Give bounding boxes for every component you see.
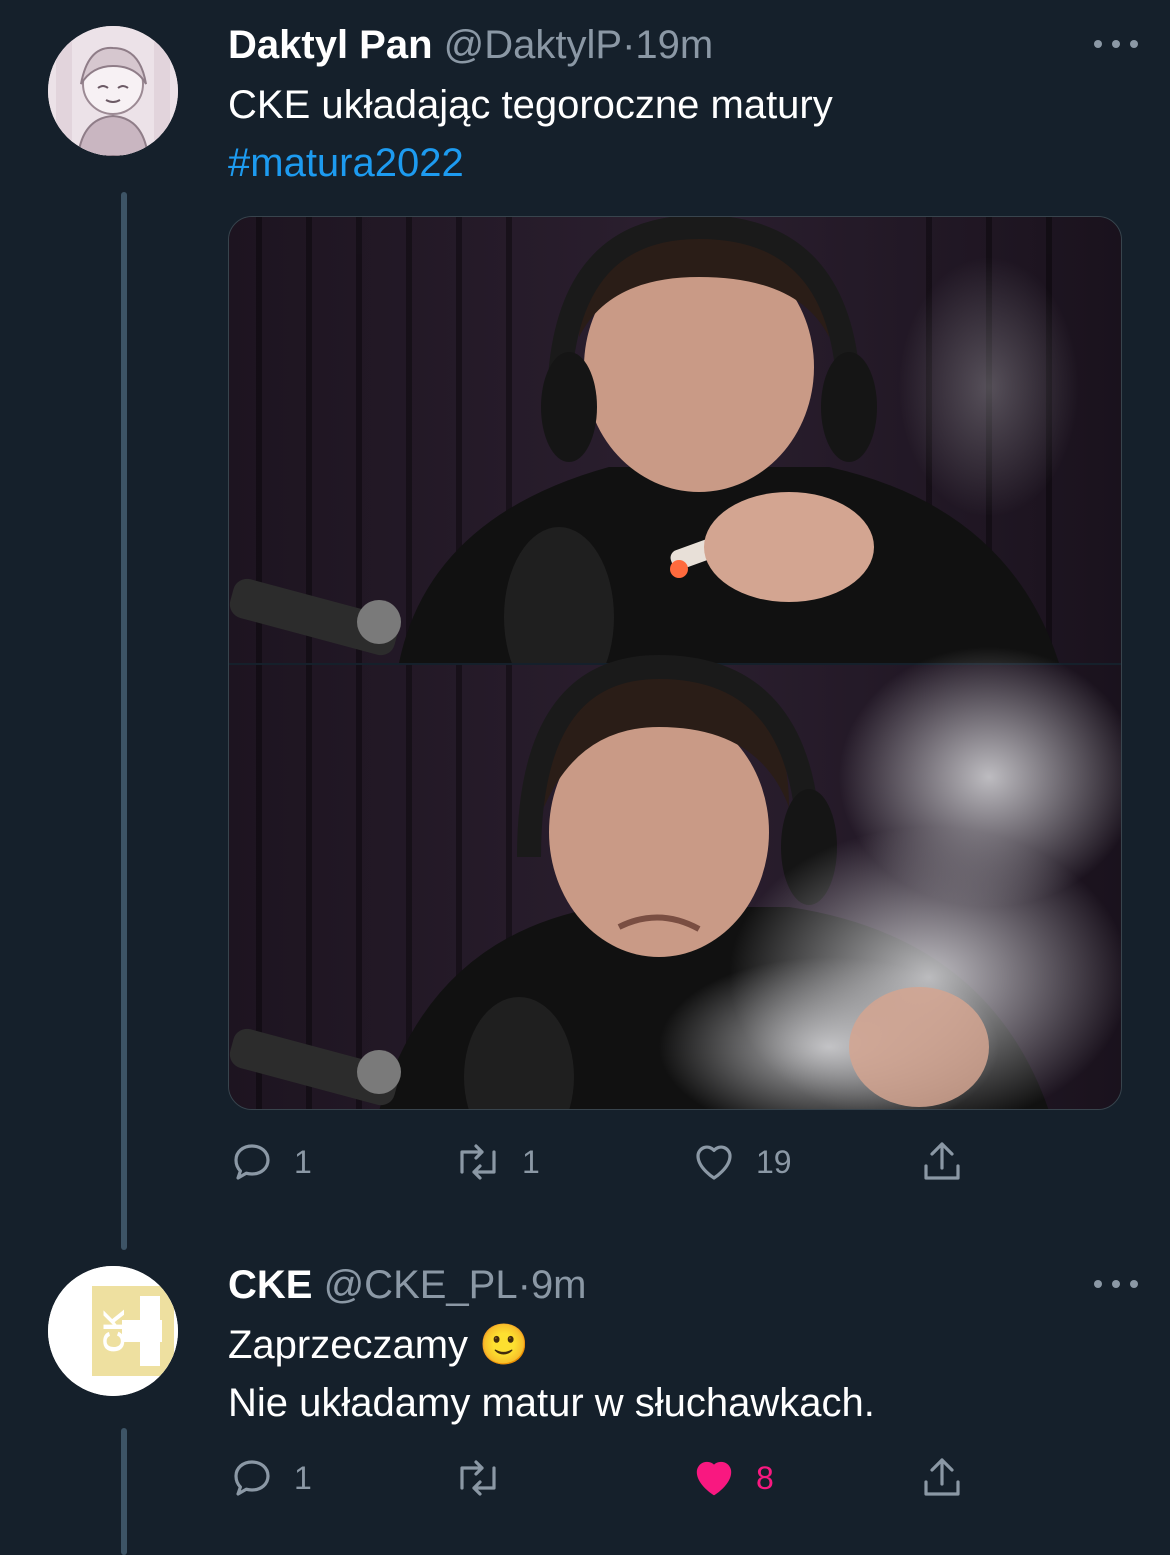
avatar-daktyl-pan[interactable] [48,26,178,156]
reply-count: 1 [294,1459,312,1496]
reply-icon [234,1460,270,1496]
like-button[interactable]: 8 [690,1448,774,1508]
like-icon [696,1145,732,1180]
tweet-text: Zaprzeczamy 🙂 Nie układamy matur w słuch… [228,1316,875,1432]
display-name[interactable]: Daktyl Pan [228,23,433,67]
like-button[interactable]: 19 [690,1132,792,1192]
more-icon [1094,40,1102,48]
display-name[interactable]: CKE [228,1263,312,1307]
more-options-button[interactable] [1094,36,1138,52]
thread-connector-line [121,192,127,1250]
tweet-text-line: Nie układamy matur w słuchawkach. [228,1381,875,1425]
retweet-icon [460,1460,496,1496]
anime-avatar-image [48,26,178,156]
thread-connector-line [121,1428,127,1555]
share-icon [924,1458,960,1496]
separator-dot: · [517,1263,531,1307]
cke-logo: CK [48,1266,178,1396]
timestamp[interactable]: 19m [635,23,713,67]
more-icon [1112,40,1120,48]
avatar-cke[interactable]: CK [48,1266,178,1396]
retweet-button[interactable] [452,1448,522,1508]
reply-count: 1 [294,1143,312,1180]
tweet-text-line: CKE układając tegoroczne matury [228,83,833,127]
tweet-actions-bar: 1 1 19 [228,1132,988,1192]
retweet-count: 1 [522,1143,540,1180]
like-count: 19 [756,1143,792,1180]
like-count: 8 [756,1459,774,1496]
tweet-header: Daktyl Pan @DaktylP·19m [228,22,713,68]
reply-button[interactable]: 1 [228,1448,312,1508]
reply-button[interactable]: 1 [228,1132,312,1192]
retweet-button[interactable]: 1 [452,1132,540,1192]
more-icon [1130,40,1138,48]
reply-icon [234,1144,270,1180]
username-handle[interactable]: @DaktylP [444,23,622,67]
share-button[interactable] [918,1448,966,1508]
share-icon [924,1142,960,1180]
cke-logo-text: CK [98,1309,131,1353]
tweet-media-image[interactable] [228,216,1122,1110]
username-handle[interactable]: @CKE_PL [324,1263,518,1307]
like-icon [696,1461,732,1496]
tweet-actions-bar: 1 8 [228,1448,988,1508]
tweet-daktyl-pan[interactable]: Daktyl Pan @DaktylP·19m CKE układając te… [0,0,1170,1250]
hashtag-link[interactable]: #matura2022 [228,134,833,192]
tweet-header: CKE @CKE_PL·9m [228,1262,587,1308]
tweet-text-line: Zaprzeczamy 🙂 [228,1323,529,1367]
more-icon [1112,1280,1120,1288]
timestamp[interactable]: 9m [531,1263,587,1307]
more-icon [1130,1280,1138,1288]
more-options-button[interactable] [1094,1276,1138,1292]
tweet-cke[interactable]: CK CKE @CKE_PL·9m Zaprzeczamy 🙂 Nie ukła… [0,1250,1170,1555]
separator-dot: · [622,23,636,67]
more-icon [1094,1280,1102,1288]
share-button[interactable] [918,1132,966,1192]
retweet-icon [460,1144,496,1180]
meme-photo [229,217,1121,1109]
tweet-text: CKE układając tegoroczne matury #matura2… [228,76,833,192]
